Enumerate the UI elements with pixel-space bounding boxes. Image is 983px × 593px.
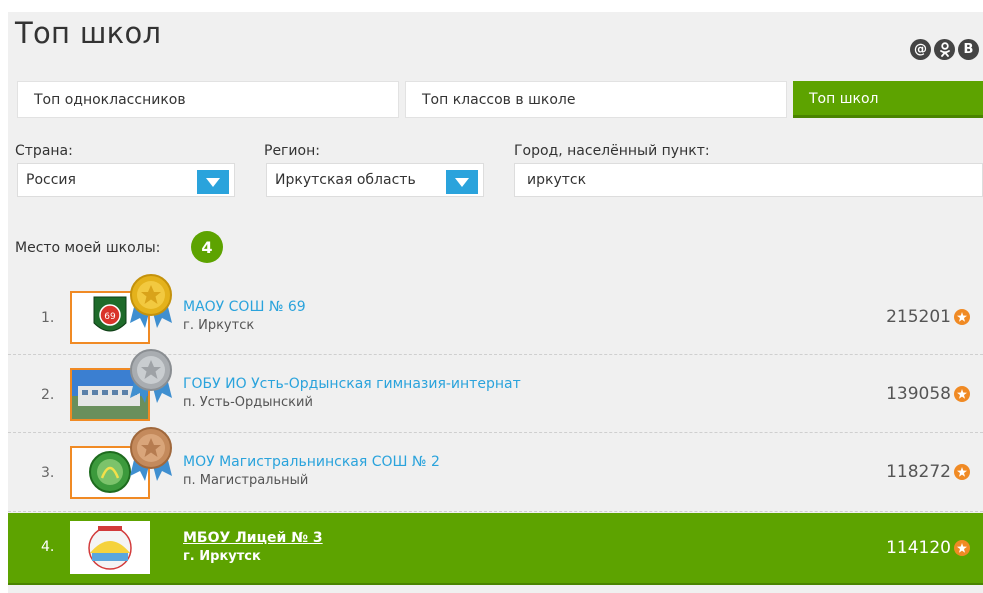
mail-share-icon[interactable]: @ <box>910 39 931 60</box>
school-name-link[interactable]: МОУ Магистральнинская СОШ № 2 <box>183 454 440 470</box>
school-city: г. Иркутск <box>183 318 255 333</box>
tab-top-schools[interactable]: Топ школ <box>793 81 983 118</box>
score-value: 114120 <box>886 538 951 558</box>
school-city: п. Усть-Ордынский <box>183 395 313 410</box>
school-name-link[interactable]: МБОУ Лицей № 3 <box>183 530 323 546</box>
my-school-place-label: Место моей школы: <box>15 240 161 256</box>
bronze-medal-icon <box>126 426 176 488</box>
school-rank: 1. <box>41 310 55 326</box>
star-icon <box>954 464 970 480</box>
star-icon <box>954 386 970 402</box>
school-name-link[interactable]: МАОУ СОШ № 69 <box>183 299 306 315</box>
tab-top-classmates[interactable]: Топ одноклассников <box>17 81 399 118</box>
score-value: 118272 <box>886 462 951 482</box>
region-select[interactable]: Иркутская область <box>266 163 484 197</box>
school-rank: 3. <box>41 465 55 481</box>
school-city: г. Иркутск <box>183 549 261 564</box>
top-schools-panel: Топ школ @ B Топ одноклассников Топ клас… <box>8 12 983 593</box>
city-label: Город, населённый пункт: <box>514 143 710 159</box>
odnoklassniki-share-icon[interactable] <box>934 39 955 60</box>
social-share: @ B <box>910 39 979 60</box>
school-score: 114120 <box>886 538 970 558</box>
tab-top-classes[interactable]: Топ классов в школе <box>405 81 787 118</box>
chevron-down-icon[interactable] <box>197 170 229 194</box>
silver-medal-icon <box>126 348 176 410</box>
score-value: 215201 <box>886 307 951 327</box>
school-score: 118272 <box>886 462 970 482</box>
school-score: 139058 <box>886 384 970 404</box>
school-row-highlighted: 4. МБОУ Лицей № 3 г. Иркутск 114120 <box>8 513 983 585</box>
star-icon <box>954 540 970 556</box>
vkontakte-share-icon[interactable]: B <box>958 39 979 60</box>
score-value: 139058 <box>886 384 951 404</box>
school-row: 1. 69 МАОУ СОШ № 69 г. Иркутск 215201 <box>8 274 983 355</box>
city-value: иркутск <box>527 172 587 188</box>
school-row: 2. ГОБУ ИО Усть-Ордынская гимназия-интер… <box>8 349 983 433</box>
chevron-down-icon[interactable] <box>446 170 478 194</box>
region-value: Иркутская область <box>275 172 416 188</box>
school-logo[interactable] <box>70 521 150 574</box>
city-input[interactable]: иркутск <box>514 163 983 197</box>
star-icon <box>954 309 970 325</box>
country-value: Россия <box>26 172 76 188</box>
school-city: п. Магистральный <box>183 473 309 488</box>
school-score: 215201 <box>886 307 970 327</box>
gold-medal-icon <box>126 273 176 335</box>
school-rank: 2. <box>41 387 55 403</box>
region-label: Регион: <box>264 143 320 159</box>
school-rank: 4. <box>41 539 55 555</box>
page-title: Топ школ <box>15 16 162 50</box>
school-row: 3. МОУ Магистральнинская СОШ № 2 п. Маги… <box>8 427 983 512</box>
school-name-link[interactable]: ГОБУ ИО Усть-Ордынская гимназия-интернат <box>183 376 521 392</box>
country-label: Страна: <box>15 143 73 159</box>
svg-text:69: 69 <box>104 312 116 322</box>
my-school-place-badge: 4 <box>191 231 223 263</box>
country-select[interactable]: Россия <box>17 163 235 197</box>
